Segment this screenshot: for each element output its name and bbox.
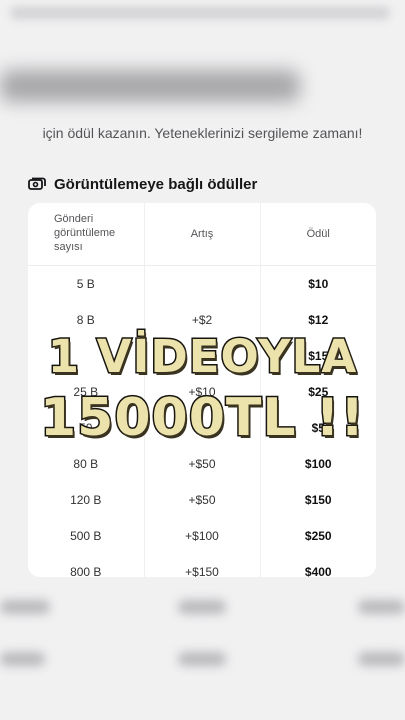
views-cell: 500 B [70, 529, 102, 543]
section-title: Görüntülemeye bağlı ödüller [28, 173, 257, 195]
section-title-label: Görüntülemeye bağlı ödüller [54, 175, 258, 193]
blurred-text [0, 600, 50, 614]
views-cell: 80 B [73, 457, 99, 471]
reward-cell: $10 [259, 265, 376, 302]
table-row: 5 B $10 [28, 265, 376, 302]
blurred-heading [0, 70, 300, 102]
increase-cell: +$50 [143, 482, 260, 518]
blurred-text [178, 600, 226, 614]
column-header-views: Gönderi görüntüleme sayısı [28, 203, 144, 266]
table-row: 120 B +$50 $150 [28, 482, 376, 518]
blurred-header [0, 0, 405, 125]
blurred-text [0, 652, 45, 666]
subtitle-text: için ödül kazanın. Yeteneklerinizi sergi… [42, 125, 363, 141]
column-header-reward: Ödül [259, 203, 376, 266]
increase-cell: +$100 [143, 518, 260, 554]
increase-cell [143, 265, 260, 302]
increase-cell: +$150 [143, 554, 260, 577]
overlay-text-line1: 1 VİDEOYLA [46, 329, 358, 385]
blurred-footer [0, 580, 405, 720]
column-header-increase: Artış [143, 203, 260, 266]
reward-cell: $250 [259, 518, 376, 554]
reward-cell: $400 [259, 554, 376, 577]
table-row: 80 B +$50 $100 [28, 446, 376, 482]
reward-cell: $100 [259, 446, 376, 482]
blurred-text [358, 652, 405, 666]
money-icon [28, 177, 46, 190]
views-cell: 120 B [70, 493, 102, 507]
table-row: 800 B +$150 $400 [28, 554, 376, 577]
table-header-row: Gönderi görüntüleme sayısı Artış Ödül [28, 203, 376, 266]
views-cell: 5 B [76, 277, 95, 291]
overlay-text-line2: 15000TL !! [38, 387, 366, 450]
reward-cell: $150 [259, 482, 376, 518]
table-row: 500 B +$100 $250 [28, 518, 376, 554]
blurred-top-text [10, 6, 390, 20]
increase-cell: +$50 [143, 446, 260, 482]
blurred-text [178, 652, 226, 666]
blurred-text [358, 600, 405, 614]
views-cell: 800 B [70, 565, 102, 577]
